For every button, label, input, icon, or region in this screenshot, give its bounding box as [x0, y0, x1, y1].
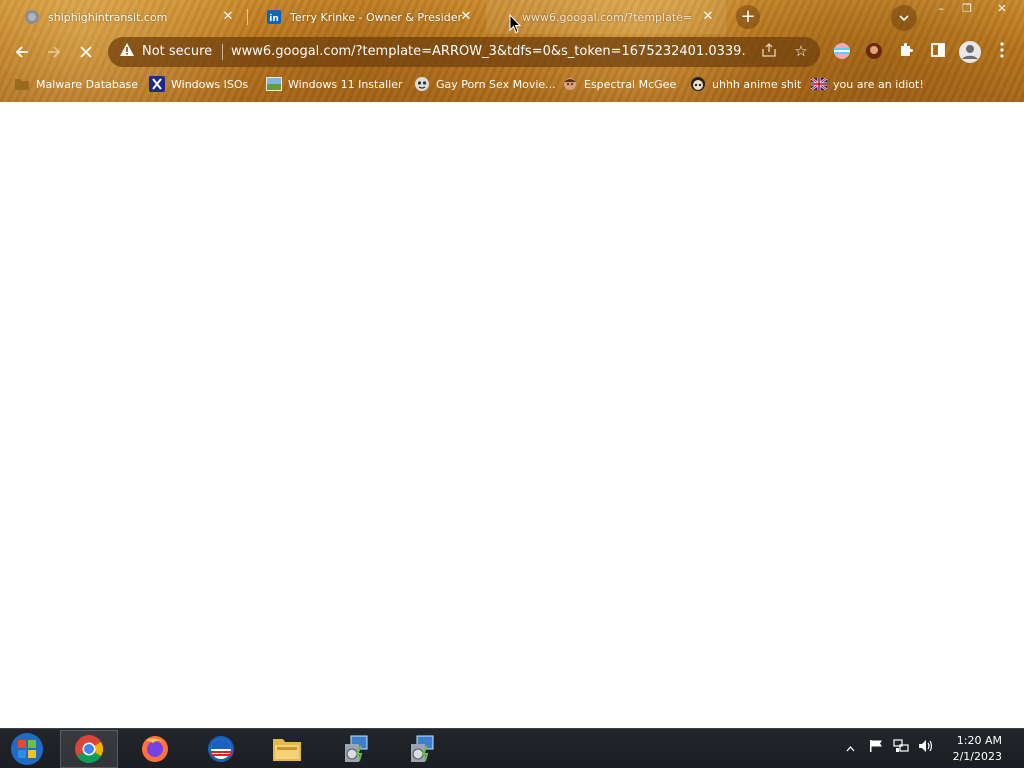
show-hidden-icons-button[interactable] [846, 741, 855, 755]
clock-date: 2/1/2023 [952, 750, 1002, 763]
folder-icon [273, 739, 301, 761]
bookmark-label: uhhh anime shit [712, 77, 802, 91]
system-clock[interactable]: 1:20 AM 2/1/2023 [942, 733, 1002, 765]
bookmark-malware-database[interactable]: Malware Database [14, 75, 138, 93]
network-icon[interactable] [893, 739, 909, 756]
stop-loading-button[interactable] [74, 40, 98, 64]
taskbar-opera[interactable] [192, 730, 250, 768]
menu-kebab-icon[interactable] [992, 42, 1012, 62]
taskbar-chrome[interactable] [60, 730, 118, 768]
tab-linkedin[interactable]: in Terry Krinke - Owner & President ✕ [248, 0, 484, 34]
folder-icon [14, 76, 30, 92]
face-icon [562, 76, 578, 92]
restore-button[interactable]: ❐ [954, 0, 980, 18]
mouse-cursor-icon [509, 14, 521, 34]
tab-title: www6.googal.com/?template=ARROW [522, 10, 692, 24]
security-label[interactable]: Not secure [142, 44, 212, 59]
image-icon [266, 76, 282, 92]
bookmark-label: Windows 11 Installer [288, 77, 403, 91]
bookmark-movie[interactable]: Gay Porn Sex Movie... [414, 75, 556, 93]
close-icon[interactable]: ✕ [700, 9, 716, 25]
tab-shiphighintransit[interactable]: shiphighintransit.com ✕ [6, 0, 246, 34]
address-bar[interactable]: Not secure www6.googal.com/?template=ARR… [108, 37, 820, 67]
stop-icon [80, 46, 92, 58]
extension-flag-icon[interactable] [832, 42, 852, 62]
installer-icon [345, 735, 368, 762]
chrome-icon [75, 735, 103, 763]
minimize-button[interactable]: – [928, 0, 954, 18]
bookmarks-bar: Malware Database Windows ISOs Windows 11… [0, 70, 1024, 98]
clock-time: 1:20 AM [956, 734, 1002, 747]
firefox-icon [142, 736, 168, 762]
taskbar-file-explorer[interactable] [258, 730, 316, 768]
side-panel-icon[interactable] [928, 42, 948, 62]
taskbar-firefox[interactable] [126, 730, 184, 768]
page-content[interactable] [0, 102, 1024, 728]
x-icon [149, 76, 165, 92]
mask-icon [414, 76, 430, 92]
anime-icon [690, 76, 706, 92]
window-controls: – ❐ ✕ [928, 0, 1024, 18]
chevron-up-icon [846, 746, 855, 752]
installer-icon [411, 735, 434, 762]
tab-search-button[interactable] [891, 5, 917, 31]
taskbar-installer-2[interactable] [392, 730, 450, 768]
bookmark-anime[interactable]: uhhh anime shit [690, 75, 801, 93]
volume-icon[interactable] [918, 739, 934, 756]
bookmark-espectral-mcgee[interactable]: Espectral McGee [562, 75, 676, 93]
warning-icon[interactable] [118, 43, 136, 61]
omnibox-divider [222, 44, 223, 60]
bookmark-label: Malware Database [36, 77, 139, 91]
share-icon[interactable] [760, 43, 778, 61]
extensions-puzzle-icon[interactable] [896, 42, 916, 62]
chevron-down-icon [899, 15, 909, 22]
linkedin-icon: in [266, 9, 282, 25]
bookmark-windows-11-installer[interactable]: Windows 11 Installer [266, 75, 403, 93]
bookmark-windows-isos[interactable]: Windows ISOs [149, 75, 248, 93]
extension-avatar-icon[interactable] [864, 42, 884, 62]
toolbar: Not secure www6.googal.com/?template=ARR… [0, 34, 1024, 70]
close-icon[interactable]: ✕ [220, 9, 236, 25]
bookmark-label: Windows ISOs [171, 77, 249, 91]
opera-icon [208, 736, 234, 762]
close-window-button[interactable]: ✕ [980, 0, 1024, 18]
profile-avatar-icon[interactable] [958, 40, 982, 64]
tab-title: shiphighintransit.com [48, 10, 168, 24]
new-tab-button[interactable]: + [736, 5, 760, 29]
forward-arrow-icon [48, 46, 61, 58]
close-icon[interactable]: ✕ [458, 9, 474, 25]
svg-text:in: in [269, 14, 279, 24]
browser-frame: shiphighintransit.com ✕ in Terry Krinke … [0, 0, 1024, 102]
tab-googal[interactable]: www6.googal.com/?template=ARROW ✕ [486, 0, 726, 34]
bookmark-label: Gay Porn Sex Movie... [436, 77, 556, 91]
bookmark-you-are-an-idiot[interactable]: you are an idiot! [811, 75, 924, 93]
taskbar-installer-1[interactable] [326, 730, 384, 768]
start-button[interactable] [0, 730, 54, 768]
flag-icon [811, 76, 827, 92]
forward-button[interactable] [42, 40, 66, 64]
action-center-flag-icon[interactable] [869, 739, 883, 756]
bookmark-label: Espectral McGee [584, 77, 677, 91]
taskbar: 1:20 AM 2/1/2023 [0, 728, 1024, 768]
globe-icon [24, 9, 40, 25]
url-text[interactable]: www6.googal.com/?template=ARROW_3&tdfs=0… [231, 44, 747, 59]
bookmark-label: you are an idiot! [833, 77, 924, 91]
back-button[interactable] [10, 40, 34, 64]
windows-start-icon [11, 733, 43, 765]
bookmark-star-icon[interactable]: ☆ [792, 42, 810, 60]
tab-title: Terry Krinke - Owner & President [290, 10, 462, 24]
back-arrow-icon [15, 46, 28, 58]
